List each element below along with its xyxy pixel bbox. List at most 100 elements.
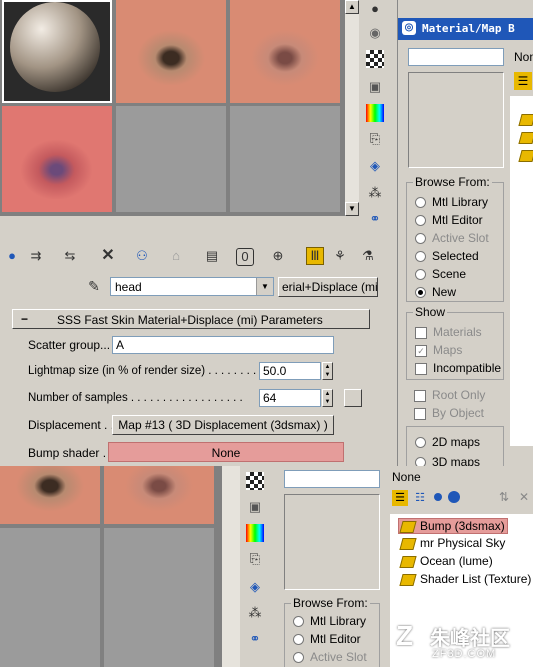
checkbox-root-only[interactable]: Root Only [414,388,485,402]
get-material-icon[interactable]: ● [4,248,20,264]
material-navigator-icon[interactable]: ⚭ [366,210,384,228]
sample-slot-3[interactable] [230,0,340,103]
assign-to-selection-icon[interactable]: ⇆ [62,248,78,264]
scroll-up-button[interactable]: ▲ [345,0,359,14]
radio-button-icon[interactable] [293,616,304,628]
checkbox-icon[interactable] [415,362,427,375]
slots-vertical-scrollbar[interactable]: ▲ ▼ [345,0,359,216]
list-item-ocean[interactable]: Ocean (lume) [399,554,493,568]
lightmap-spinner[interactable]: ▲ ▼ [322,362,333,380]
material-type-button[interactable]: erial+Displace (mi) [278,277,378,297]
radio-button-icon[interactable] [415,251,426,263]
make-preview-icon[interactable]: ⎘ [246,550,264,568]
bottom-browser-search-input[interactable] [284,470,380,488]
update-scene-icon[interactable]: ⇅ [496,490,512,506]
go-to-parent-icon[interactable]: Ⅲ [306,247,324,265]
video-color-check-icon[interactable] [246,524,264,542]
material-name-dropdown[interactable]: head ▼ [110,277,274,296]
backlight-icon[interactable]: ◉ [366,24,384,42]
radio-selected[interactable]: Selected [415,249,479,263]
scroll-down-button[interactable]: ▼ [345,202,359,216]
bottom-scrollbar[interactable] [222,466,240,667]
sample-slot-2[interactable] [116,0,226,103]
list-icons-view-icon[interactable]: ☷ [412,490,428,506]
radio-2d-maps[interactable]: 2D maps [415,435,480,449]
make-unique-icon[interactable]: ⚇ [134,248,150,264]
small-icons-view-icon[interactable] [434,493,442,501]
background-checker-icon[interactable] [366,50,384,68]
large-icons-view-icon[interactable] [448,491,460,503]
select-by-material-icon[interactable]: ⁂ [246,604,264,622]
show-end-result-icon[interactable]: ⊕ [270,248,286,264]
show-map-in-viewport-icon[interactable]: 0 [236,248,254,266]
rollout-collapse-toggle[interactable]: − [21,312,28,326]
radio-active-slot[interactable]: Active Slot [293,650,367,664]
checkbox-icon[interactable] [414,389,426,402]
radio-button-icon[interactable] [293,634,304,646]
radio-new[interactable]: New [415,285,456,299]
sample-slot-bottom-1[interactable] [0,466,100,524]
list-item-shader-list[interactable]: Shader List (Texture) [399,572,531,586]
video-color-check-icon[interactable] [366,104,384,122]
radio-mtl-editor[interactable]: Mtl Editor [415,213,483,227]
sample-slot-4[interactable] [2,106,112,212]
list-item-physical-sky[interactable]: mr Physical Sky [399,536,505,550]
material-effects-channel-icon[interactable]: ▤ [204,248,220,264]
samples-input[interactable]: 64 [259,389,321,407]
radio-mtl-library[interactable]: Mtl Library [415,195,488,209]
displacement-map-button[interactable]: Map #13 ( 3D Displacement (3dsmax) ) [112,415,334,435]
material-navigator-icon[interactable]: ⚭ [246,630,264,648]
checkbox-icon[interactable] [415,326,427,339]
rollout-header[interactable]: − SSS Fast Skin Material+Displace (mi) P… [12,309,370,329]
checkbox-materials[interactable]: Materials [415,325,482,339]
radio-button-icon[interactable] [415,287,426,299]
reset-map-icon[interactable]: ✕ [100,248,116,264]
sample-slot-bottom-2[interactable] [104,466,214,524]
sample-slot-bottom-3[interactable] [0,528,100,667]
list-view-icon[interactable]: ☰ [392,490,408,506]
background-checker-icon[interactable] [246,472,264,490]
sample-slot-6[interactable] [230,106,340,212]
put-to-library-icon[interactable]: ⌂ [168,248,184,264]
bottom-side-toolbar: ▣ ⎘ ◈ ⁂ ⚭ [240,466,272,667]
radio-button-icon[interactable] [415,215,426,227]
scatter-group-input[interactable]: A [112,336,334,354]
sample-slot-1[interactable] [2,0,112,103]
make-preview-icon[interactable]: ⎘ [366,130,384,148]
radio-button-icon[interactable] [415,197,426,209]
radio-mtl-library[interactable]: Mtl Library [293,614,366,628]
options-icon[interactable]: ◈ [246,578,264,596]
list-item-bump[interactable]: Bump (3dsmax) [398,518,508,534]
radio-active-slot[interactable]: Active Slot [415,231,489,245]
radio-button-icon[interactable] [415,437,426,449]
eyedropper-icon[interactable]: ✎ [86,278,102,294]
checkbox-incompatible[interactable]: Incompatible [415,361,501,375]
checkmark-icon[interactable]: ✓ [415,344,427,357]
radio-button-icon[interactable] [415,269,426,281]
browser-search-input[interactable] [408,48,504,66]
radio-button-icon[interactable] [293,652,304,664]
bump-shader-button[interactable]: None [108,442,344,462]
samples-spinner[interactable]: ▲ ▼ [322,389,333,407]
pick-material-icon[interactable]: ⚗ [360,248,376,264]
chevron-down-icon[interactable]: ▼ [256,278,273,295]
samples-extra-button[interactable] [344,389,362,407]
radio-scene[interactable]: Scene [415,267,466,281]
radio-mtl-editor[interactable]: Mtl Editor [293,632,361,646]
uv-tiling-icon[interactable]: ▣ [366,78,384,96]
options-icon[interactable]: ◈ [366,157,384,175]
checkbox-maps[interactable]: ✓ Maps [415,343,462,357]
checkbox-by-object[interactable]: By Object [414,406,484,420]
uv-tiling-icon[interactable]: ▣ [246,498,264,516]
radio-button-icon[interactable] [415,233,426,245]
delete-from-library-icon[interactable]: ✕ [516,490,532,506]
put-to-scene-icon[interactable]: ⇉ [28,248,44,264]
sample-slot-bottom-4[interactable] [104,528,214,667]
lightmap-size-input[interactable]: 50.0 [259,362,321,380]
checkbox-icon[interactable] [414,407,426,420]
sample-slot-5[interactable] [116,106,226,212]
select-by-material-icon[interactable]: ⁂ [366,184,384,202]
go-forward-sibling-icon[interactable]: ⚘ [332,248,348,264]
sample-type-icon[interactable]: ● [366,0,384,18]
list-view-icon[interactable]: ☰ [514,72,532,90]
